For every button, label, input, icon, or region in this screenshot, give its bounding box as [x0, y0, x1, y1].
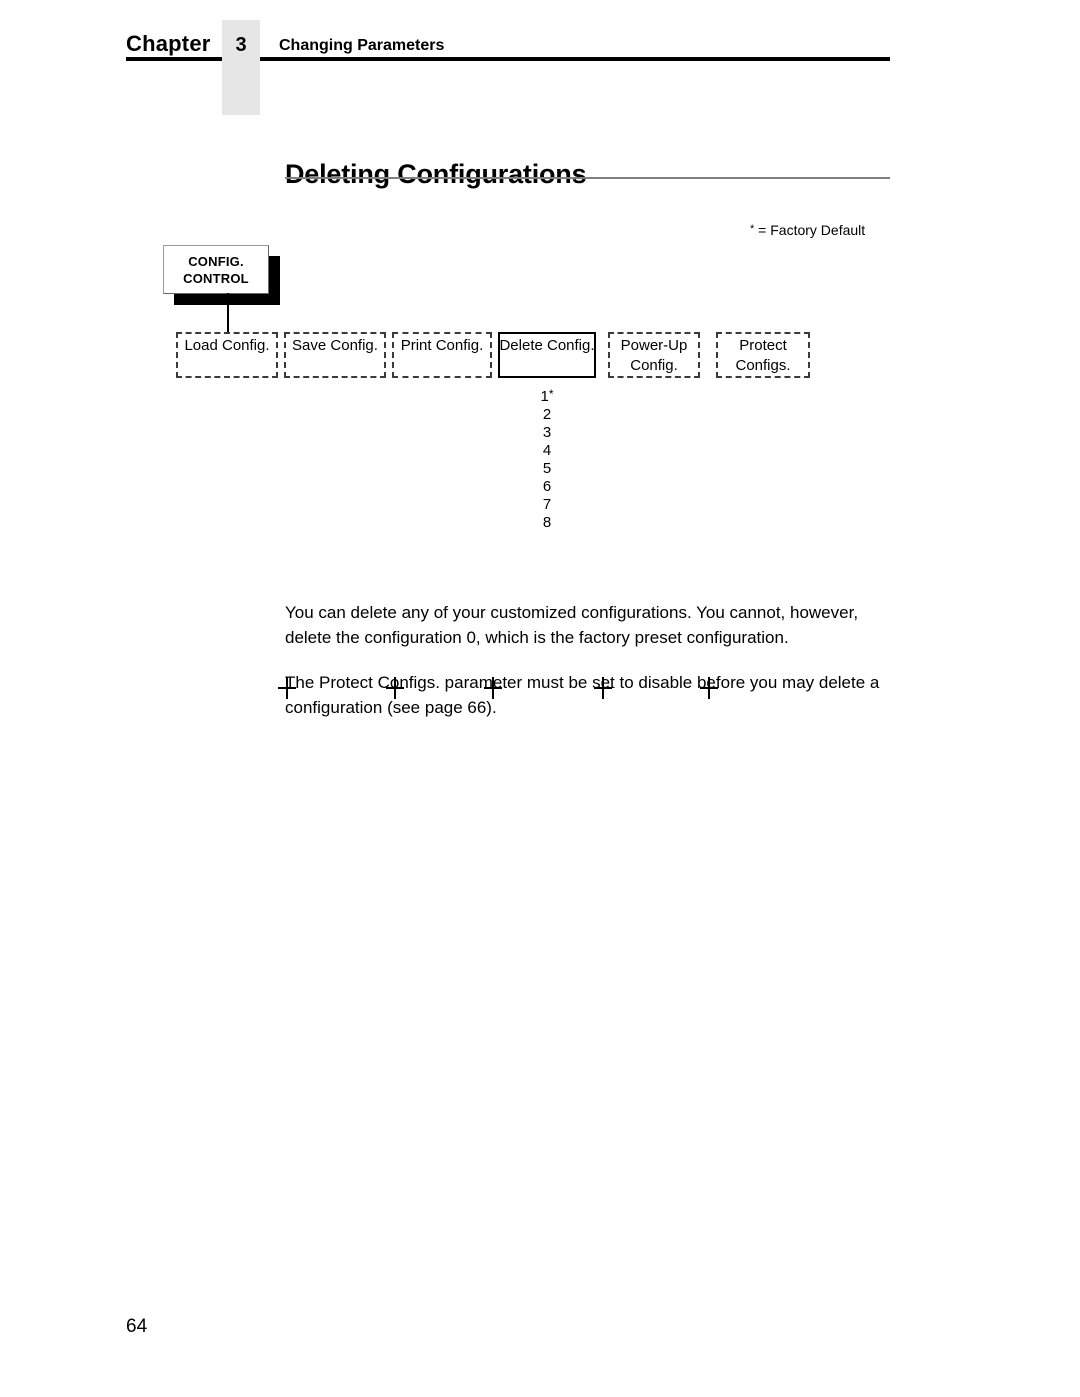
config-control-menu-diagram: * = Factory Default CONFIG. CONTROL Load…: [0, 0, 1080, 699]
option-value: 6: [542, 478, 552, 495]
list-item[interactable]: 8: [498, 514, 596, 532]
option-default-marker-icon: *: [548, 387, 554, 401]
factory-default-legend-text: = Factory Default: [758, 222, 866, 238]
body-paragraph-1: You can delete any of your customized co…: [285, 603, 859, 647]
list-item[interactable]: 3: [498, 424, 596, 442]
option-value: 7: [542, 496, 552, 513]
delete-config-option-list: 1* 2 3 4 5 6 7 8: [498, 385, 596, 532]
menu-root-config-control[interactable]: CONFIG. CONTROL: [163, 245, 269, 294]
list-item[interactable]: 2: [498, 406, 596, 424]
menu-item-protect-configs-label-1: Protect: [739, 337, 787, 354]
root-to-menu-connector-line: [227, 293, 229, 334]
body-paragraph-2: The Protect Configs. parameter must be s…: [285, 673, 880, 717]
menu-item-save-config[interactable]: Save Config.: [284, 332, 386, 378]
menu-item-print-config[interactable]: Print Config.: [392, 332, 492, 378]
menu-item-delete-config[interactable]: Delete Config.: [498, 332, 596, 378]
menu-item-protect-configs-label-2: Configs.: [735, 357, 791, 374]
factory-default-legend: * = Factory Default: [750, 220, 865, 239]
menu-item-save-config-label: Save Config.: [292, 337, 378, 354]
body-copy: You can delete any of your customized co…: [285, 600, 893, 740]
list-item[interactable]: 7: [498, 496, 596, 514]
root-box-line-2: CONTROL: [183, 270, 249, 286]
list-item[interactable]: 5: [498, 460, 596, 478]
menu-item-print-config-label: Print Config.: [400, 337, 484, 354]
option-value: 2: [542, 406, 552, 423]
list-item[interactable]: 1*: [498, 385, 596, 406]
factory-default-marker-icon: *: [750, 223, 755, 235]
list-item[interactable]: 4: [498, 442, 596, 460]
menu-item-power-up-config-label-1: Power-Up: [620, 337, 688, 354]
menu-item-load-config[interactable]: Load Config.: [176, 332, 278, 378]
option-value: 3: [542, 424, 552, 441]
page-number: 64: [126, 1316, 148, 1337]
menu-item-power-up-config[interactable]: Power-Up Config.: [608, 332, 700, 378]
option-value: 1: [540, 388, 549, 405]
menu-item-load-config-label: Load Config.: [184, 337, 270, 354]
menu-item-delete-config-label: Delete Config.: [499, 337, 595, 354]
option-value: 5: [542, 460, 552, 477]
menu-item-power-up-config-label-2: Config.: [630, 357, 678, 374]
option-value: 4: [542, 442, 552, 459]
root-box-line-1: CONFIG.: [188, 253, 244, 269]
option-value: 8: [542, 514, 552, 531]
menu-item-protect-configs[interactable]: Protect Configs.: [716, 332, 810, 378]
list-item[interactable]: 6: [498, 478, 596, 496]
